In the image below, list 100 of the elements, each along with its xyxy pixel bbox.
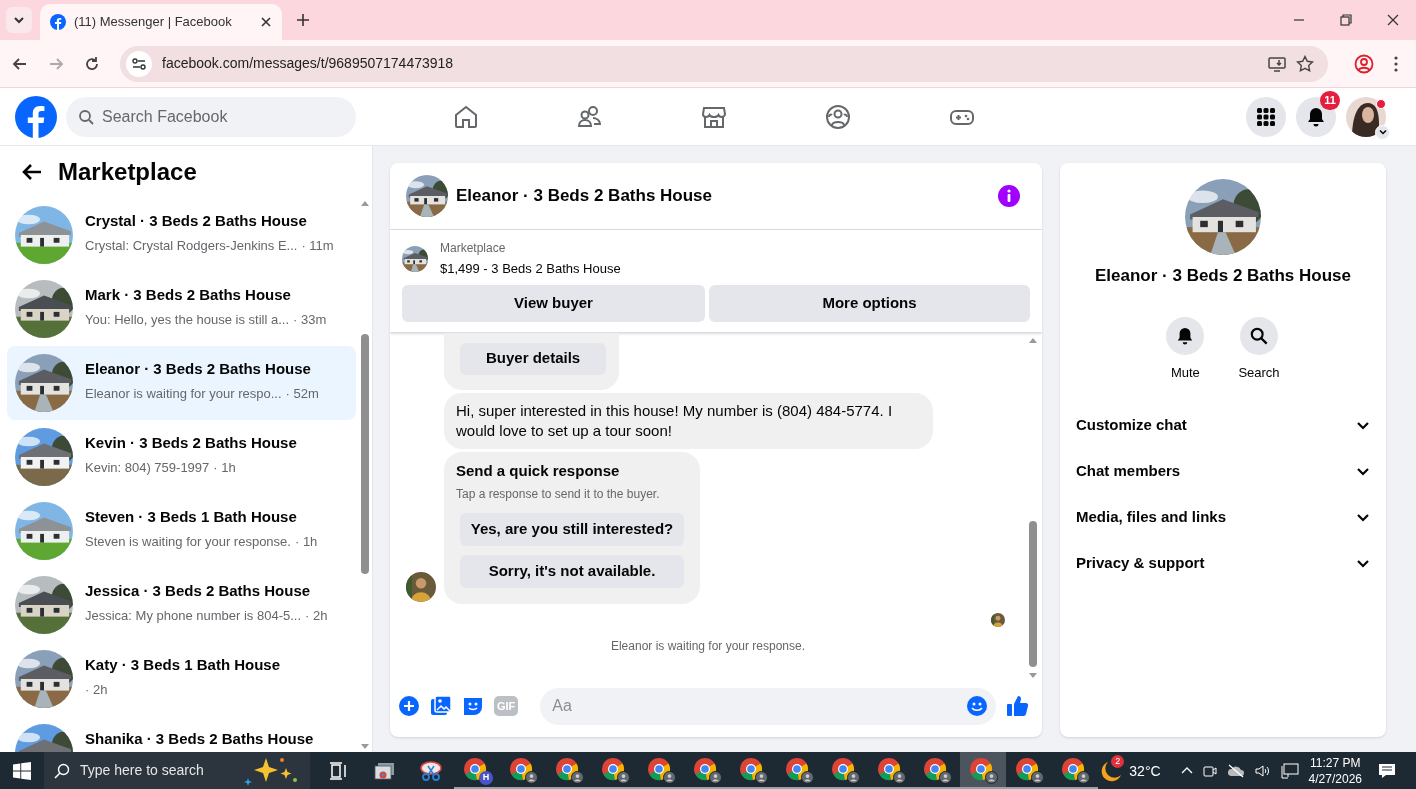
plus-icon[interactable]	[398, 695, 420, 717]
section-label: Media, files and links	[1076, 506, 1227, 527]
chat-title: Kevin · 3 Beds 2 Baths House	[85, 433, 297, 453]
profile-badge-icon	[571, 770, 584, 784]
windows-icon[interactable]	[13, 761, 31, 780]
profile-badge-icon	[709, 770, 722, 784]
new-tab-icon[interactable]	[296, 13, 310, 27]
timestamp: · 52m	[285, 384, 319, 403]
search-icon	[54, 762, 70, 779]
buyer-details-button[interactable]: Buyer details	[460, 342, 607, 375]
taskbar-search-field[interactable]: Type here to search	[44, 752, 310, 789]
profile-icon[interactable]	[1354, 53, 1374, 74]
profile-badge-icon	[1031, 770, 1044, 784]
install-app-icon[interactable]	[1268, 54, 1286, 73]
info-icon[interactable]	[998, 185, 1020, 207]
chat-title: Jessica · 3 Beds 2 Baths House	[85, 581, 312, 601]
profile-badge: H	[479, 770, 493, 785]
thumbs-up-icon[interactable]	[1006, 694, 1030, 718]
cloud-off-icon[interactable]	[1226, 763, 1245, 778]
grid-icon	[1256, 106, 1276, 127]
facebook-logo-icon[interactable]	[15, 95, 57, 138]
star-icon[interactable]	[1296, 54, 1314, 73]
timestamp: · 33m	[293, 310, 327, 329]
task-view-icon	[329, 761, 349, 780]
profile-badge-icon	[893, 770, 906, 784]
back-arrow-icon[interactable]	[22, 163, 42, 181]
view-buyer-button[interactable]: View buyer	[402, 284, 705, 322]
section-row[interactable]: Media, files and links	[1068, 494, 1378, 540]
section-row[interactable]: Privacy & support	[1068, 540, 1378, 586]
section-row[interactable]: Customize chat	[1068, 402, 1378, 448]
chat-title: Katy · 3 Beds 1 Bath House	[85, 655, 281, 675]
profile-badge-icon	[939, 770, 952, 784]
bell-icon	[1306, 106, 1326, 127]
section-row[interactable]: Chat members	[1068, 448, 1378, 494]
message-bubble: Hi, super interested in this house! My number is (804) 484-5774. I would love to set up a tour soon!	[444, 392, 933, 449]
conversation-item[interactable]: Mark · 3 Beds 2 Baths House You: Hello, yes the house is still a... · 33m	[7, 272, 356, 346]
taskbar-app[interactable]: H	[454, 752, 500, 789]
profile-badge-icon	[525, 770, 538, 784]
conversation-item[interactable]: Katy · 3 Beds 1 Bath House · 2h	[7, 642, 356, 716]
search-icon	[78, 108, 94, 125]
listing-title: $1,499 - 3 Beds 2 Baths House	[440, 260, 621, 278]
tab-list-button[interactable]	[6, 7, 32, 33]
message-preview: Steven is waiting for your response.	[85, 532, 291, 551]
message-field[interactable]: Aa	[540, 687, 996, 725]
timestamp: · 11m	[301, 236, 334, 255]
temperature: 32°C	[1129, 762, 1161, 781]
site-settings-icon[interactable]	[132, 56, 146, 71]
profile-badge-icon	[985, 770, 998, 784]
camera-icon[interactable]	[1202, 763, 1217, 778]
message-preview: Crystal: Crystal Rodgers-Jenkins E...	[85, 236, 298, 255]
message-hint: Tap a response to send it to the buyer.	[456, 486, 661, 503]
message-preview: Eleanor is waiting for your respo...	[85, 384, 282, 403]
action-label: Mute	[1170, 363, 1200, 382]
facebook-icon	[50, 14, 66, 30]
quick-reply-button[interactable]: Sorry, it's not available.	[460, 555, 684, 588]
quick-reply-button[interactable]: Yes, are you still interested?	[460, 513, 684, 546]
mute-button[interactable]	[1166, 316, 1205, 355]
search-button[interactable]	[1240, 316, 1278, 355]
window-icon	[374, 760, 396, 781]
profile-badge-icon	[801, 770, 814, 784]
section-label: Chat members	[1076, 460, 1181, 481]
menu-button[interactable]	[1246, 96, 1286, 137]
reload-icon[interactable]	[84, 55, 100, 72]
back-icon[interactable]	[12, 55, 28, 72]
taskbar-app[interactable]	[960, 752, 1006, 789]
notification-badge: 11	[1320, 90, 1340, 110]
notifications-button[interactable]	[1296, 96, 1336, 137]
close-icon[interactable]	[260, 16, 272, 28]
conversation-item[interactable]: Eleanor · 3 Beds 2 Baths House Eleanor is waiting for your respo... · 52m	[7, 346, 356, 420]
search-field[interactable]: Search Facebook	[66, 96, 356, 137]
timestamp: · 1h	[213, 458, 236, 477]
emoji-icon[interactable]	[966, 694, 988, 717]
restore-icon[interactable]	[1340, 14, 1352, 26]
scrollbar-thumb[interactable]	[1029, 520, 1037, 667]
conversation-item[interactable]: Kevin · 3 Beds 2 Baths House Kevin: 804) 759-1997 · 1h	[7, 420, 356, 494]
chat-title: Shanika · 3 Beds 2 Baths House	[85, 729, 314, 749]
conversation-item[interactable]: Crystal · 3 Beds 2 Baths House Crystal: Crystal Rodgers-Jenkins E... · 11m	[7, 198, 356, 272]
image-icon[interactable]	[430, 695, 452, 717]
chat-title: Eleanor · 3 Beds 2 Baths House	[85, 359, 312, 379]
speaker-icon[interactable]	[1254, 763, 1271, 778]
search-placeholder: Type here to search	[80, 761, 205, 780]
timestamp: · 2h	[305, 606, 328, 625]
address-bar[interactable]: facebook.com/messages/t/9689507174473918	[120, 45, 1328, 82]
section-label: Customize chat	[1076, 414, 1187, 435]
network-icon[interactable]	[1280, 762, 1299, 779]
conversation-item[interactable]: Jessica · 3 Beds 2 Baths House Jessica: My phone number is 804-5... · 2h	[7, 568, 356, 642]
close-icon[interactable]	[1387, 14, 1399, 26]
more-icon[interactable]	[1394, 55, 1398, 72]
conversation-item[interactable]: Steven · 3 Beds 1 Bath House Steven is waiting for your response. · 1h	[7, 494, 356, 568]
scrollbar-thumb[interactable]	[361, 334, 369, 574]
chat-title: Mark · 3 Beds 2 Baths House	[85, 285, 292, 305]
message-title: Send a quick response	[456, 460, 621, 481]
notification-icon[interactable]	[1378, 762, 1396, 779]
sticker-icon[interactable]	[462, 695, 484, 717]
group-icon[interactable]	[824, 102, 852, 131]
weather-widget[interactable]: 2 32°C	[1101, 755, 1161, 786]
browser-tab[interactable]: (11) Messenger | Facebook	[40, 4, 282, 40]
scroll-up-icon	[361, 200, 369, 206]
more-options-button[interactable]: More options	[709, 284, 1030, 322]
scissors-icon	[419, 759, 443, 782]
